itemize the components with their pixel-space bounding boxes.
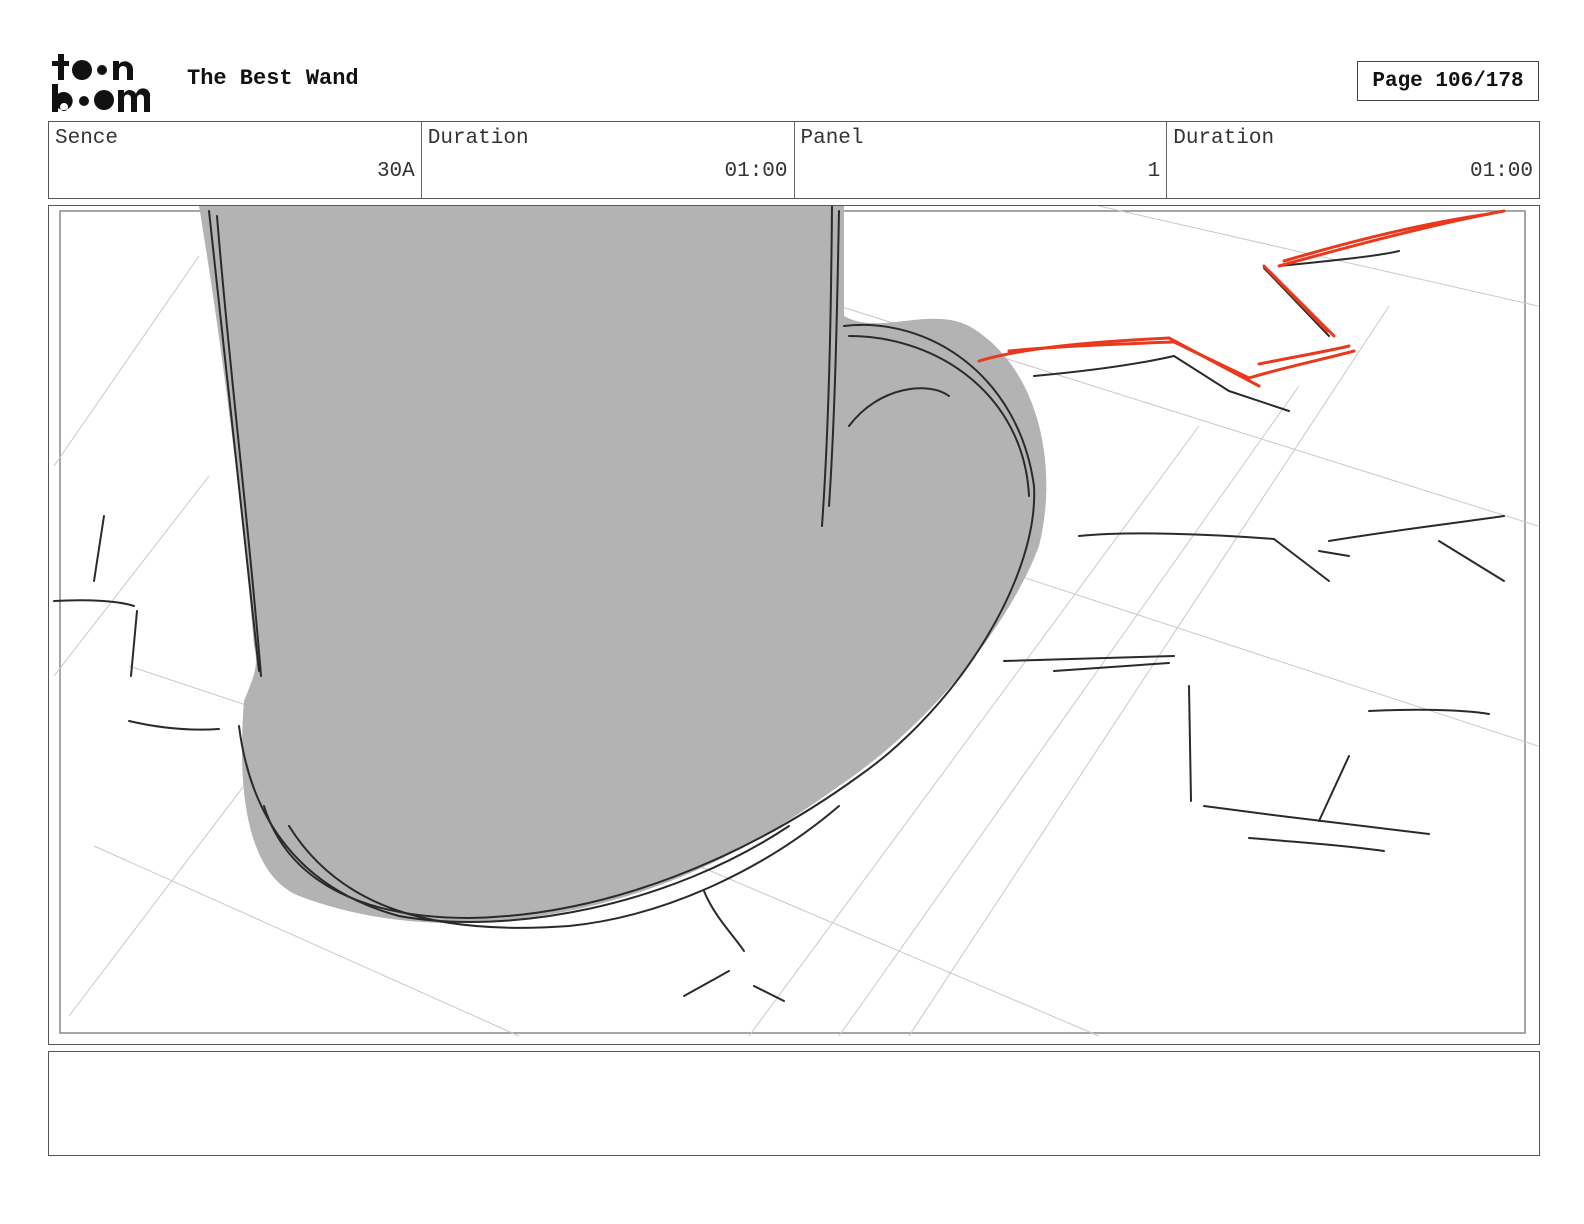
scene-duration-cell: Duration 01:00	[422, 122, 795, 198]
panel-info-table: Sence 30A Duration 01:00 Panel 1 Duratio…	[48, 121, 1540, 199]
panel-notes-area	[48, 1051, 1540, 1156]
storyboard-sketch-image	[53, 206, 1538, 1037]
page-indicator: Page 106/178	[1357, 61, 1539, 101]
panel-value: 1	[1147, 160, 1161, 183]
panel-duration-cell: Duration 01:00	[1167, 122, 1539, 198]
scene-cell: Sence 30A	[49, 122, 422, 198]
panel-duration-label: Duration	[1173, 127, 1275, 150]
panel-cell: Panel 1	[795, 122, 1168, 198]
toonboom-logo	[50, 52, 166, 114]
scene-duration-label: Duration	[427, 127, 529, 150]
scene-label: Sence	[55, 127, 119, 150]
document-title: The Best Wand	[187, 66, 359, 91]
scene-duration-value: 01:00	[724, 160, 788, 183]
panel-label: Panel	[800, 127, 864, 150]
panel-duration-value: 01:00	[1469, 160, 1533, 183]
storyboard-panel	[48, 205, 1540, 1045]
scene-value: 30A	[376, 160, 415, 183]
